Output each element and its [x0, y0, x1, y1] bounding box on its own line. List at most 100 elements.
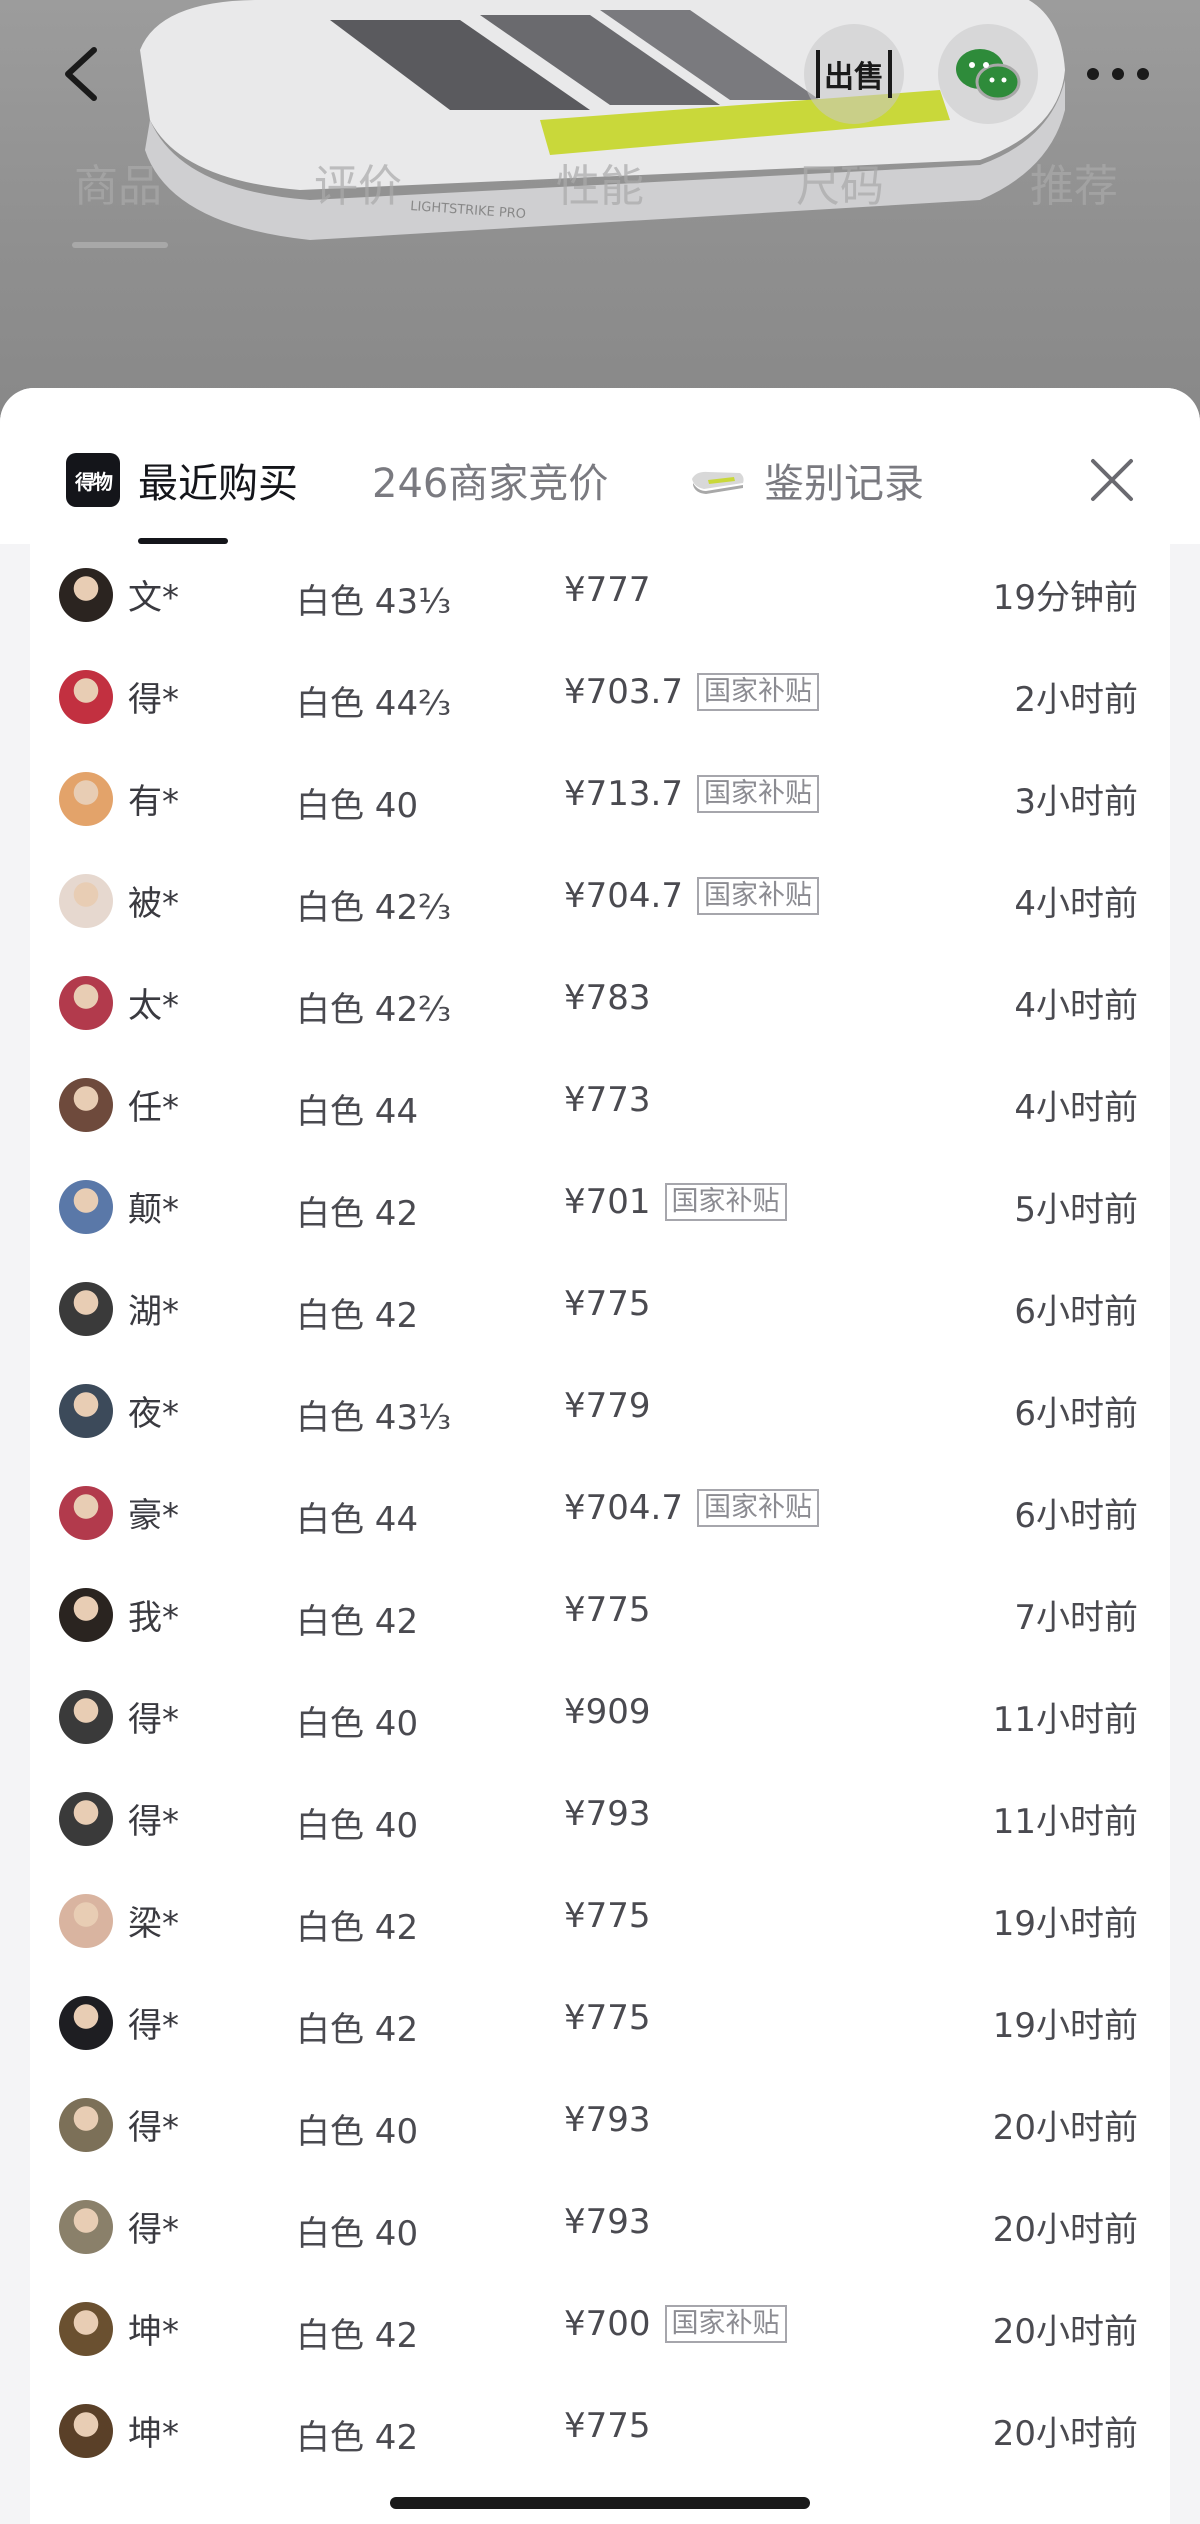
wechat-icon	[956, 49, 1021, 101]
user-avatar[interactable]	[59, 1690, 113, 1744]
purchase-row: 得* 白色 40 ¥793 20小时前	[30, 2176, 1170, 2278]
size-spec: 白色 40	[296, 1704, 419, 1744]
user-name: 豪*	[128, 1496, 179, 1536]
user-avatar[interactable]	[59, 1180, 113, 1234]
price-cell: ¥704.7 国家补贴	[564, 876, 819, 916]
purchase-time: 6小时前	[1014, 1496, 1138, 1536]
size-spec: 白色 43⅓	[296, 1398, 452, 1438]
user-avatar[interactable]	[59, 2200, 113, 2254]
purchase-list[interactable]: 文* 白色 43⅓ ¥777 19分钟前 得* 白色 44⅔ ¥703.7 国家补贴 2小时前有…	[30, 544, 1170, 2524]
back-button[interactable]	[30, 24, 130, 124]
user-name: 得*	[128, 2006, 179, 2046]
user-name: 坤*	[128, 2414, 179, 2454]
price-cell: ¥773	[564, 1080, 651, 1120]
size-spec: 白色 42⅔	[296, 990, 452, 1030]
subsidy-badge: 国家补贴	[696, 775, 819, 813]
purchase-row: 得* 白色 40 ¥793 11小时前	[30, 1768, 1170, 1870]
more-button[interactable]	[1068, 24, 1168, 124]
subsidy-badge: 国家补贴	[696, 877, 819, 915]
price-cell: ¥703.7 国家补贴	[564, 672, 819, 712]
user-name: 颠*	[128, 1190, 179, 1230]
tab-bids-label: 246商家竞价	[372, 461, 609, 507]
purchase-time: 3小时前	[1014, 782, 1138, 822]
purchase-row: 我* 白色 42 ¥775 7小时前	[30, 1564, 1170, 1666]
user-avatar[interactable]	[59, 1792, 113, 1846]
purchase-row: 豪* 白色 44 ¥704.7 国家补贴 6小时前	[30, 1462, 1170, 1564]
user-name: 得*	[128, 1700, 179, 1740]
purchase-time: 4小时前	[1014, 986, 1138, 1026]
size-spec: 白色 40	[296, 2214, 419, 2254]
product-page-background: LIGHTSTRIKE PRO 出售 商品 评价 性能 尺码 推荐	[0, 0, 1200, 420]
user-avatar[interactable]	[59, 1894, 113, 1948]
size-spec: 白色 42	[296, 2418, 419, 2458]
tab-recommend[interactable]: 推荐	[1030, 150, 1118, 214]
price-cell: ¥775	[564, 1998, 651, 2038]
user-avatar[interactable]	[59, 1588, 113, 1642]
size-spec: 白色 44	[296, 1092, 419, 1132]
purchase-time: 6小时前	[1014, 1292, 1138, 1332]
user-avatar[interactable]	[59, 874, 113, 928]
price-value: ¥777	[564, 570, 651, 610]
wechat-share-button[interactable]	[938, 24, 1038, 124]
purchase-time: 20小时前	[992, 2414, 1138, 2454]
user-avatar[interactable]	[59, 976, 113, 1030]
purchase-time: 6小时前	[1014, 1394, 1138, 1434]
price-cell: ¥713.7 国家补贴	[564, 774, 819, 814]
size-spec: 白色 40	[296, 1806, 419, 1846]
user-avatar[interactable]	[59, 2404, 113, 2458]
tab-recent-label: 最近购买	[138, 461, 298, 507]
purchase-time: 20小时前	[992, 2108, 1138, 2148]
tab-product[interactable]: 商品	[74, 150, 162, 214]
sell-button[interactable]: 出售	[804, 24, 904, 124]
purchase-row: 坤* 白色 42 ¥700 国家补贴 20小时前	[30, 2278, 1170, 2380]
tab-recent-purchases[interactable]: 得物 最近购买	[66, 450, 298, 510]
purchase-row: 颠* 白色 42 ¥701 国家补贴 5小时前	[30, 1156, 1170, 1258]
purchase-row: 有* 白色 40 ¥713.7 国家补贴 3小时前	[30, 748, 1170, 850]
user-name: 得*	[128, 2108, 179, 2148]
tab-merchant-bids[interactable]: 246商家竞价	[372, 450, 608, 510]
size-spec: 白色 44⅔	[296, 684, 452, 724]
user-avatar[interactable]	[59, 1384, 113, 1438]
user-avatar[interactable]	[59, 670, 113, 724]
price-cell: ¥793	[564, 2202, 651, 2242]
app-logo-icon: 得物	[66, 453, 120, 507]
price-value: ¥775	[564, 2406, 651, 2446]
purchase-row: 得* 白色 40 ¥909 11小时前	[30, 1666, 1170, 1768]
user-name: 文*	[128, 578, 179, 618]
more-dots-icon	[1087, 68, 1149, 80]
user-avatar[interactable]	[59, 772, 113, 826]
subsidy-badge: 国家补贴	[696, 1489, 819, 1527]
purchase-time: 20小时前	[992, 2210, 1138, 2250]
user-avatar[interactable]	[59, 1996, 113, 2050]
user-avatar[interactable]	[59, 568, 113, 622]
purchase-row: 夜* 白色 43⅓ ¥779 6小时前	[30, 1360, 1170, 1462]
sheet-header: 得物 最近购买 246商家竞价 鉴别记录	[0, 388, 1200, 544]
purchase-time: 4小时前	[1014, 884, 1138, 924]
price-value: ¥704.7	[564, 876, 683, 916]
tab-reviews[interactable]: 评价	[314, 150, 402, 214]
size-spec: 白色 42	[296, 1908, 419, 1948]
user-avatar[interactable]	[59, 1282, 113, 1336]
user-avatar[interactable]	[59, 1486, 113, 1540]
size-spec: 白色 42⅔	[296, 888, 452, 928]
price-cell: ¥775	[564, 1284, 651, 1324]
price-value: ¥793	[564, 2100, 651, 2140]
close-button[interactable]	[1082, 450, 1142, 510]
purchase-row: 坤* 白色 42 ¥775 20小时前	[30, 2380, 1170, 2482]
subsidy-badge: 国家补贴	[696, 673, 819, 711]
user-avatar[interactable]	[59, 2302, 113, 2356]
user-avatar[interactable]	[59, 1078, 113, 1132]
tab-performance[interactable]: 性能	[556, 150, 644, 214]
price-cell: ¥783	[564, 978, 651, 1018]
user-name: 坤*	[128, 2312, 179, 2352]
user-name: 我*	[128, 1598, 179, 1638]
price-cell: ¥793	[564, 2100, 651, 2140]
user-name: 有*	[128, 782, 179, 822]
tab-size[interactable]: 尺码	[796, 150, 884, 214]
purchase-row: 任* 白色 44 ¥773 4小时前	[30, 1054, 1170, 1156]
user-avatar[interactable]	[59, 2098, 113, 2152]
purchase-time: 19小时前	[992, 1904, 1138, 1944]
size-spec: 白色 42	[296, 2010, 419, 2050]
tab-authentication-records[interactable]: 鉴别记录	[690, 450, 924, 510]
subsidy-badge: 国家补贴	[664, 1183, 787, 1221]
